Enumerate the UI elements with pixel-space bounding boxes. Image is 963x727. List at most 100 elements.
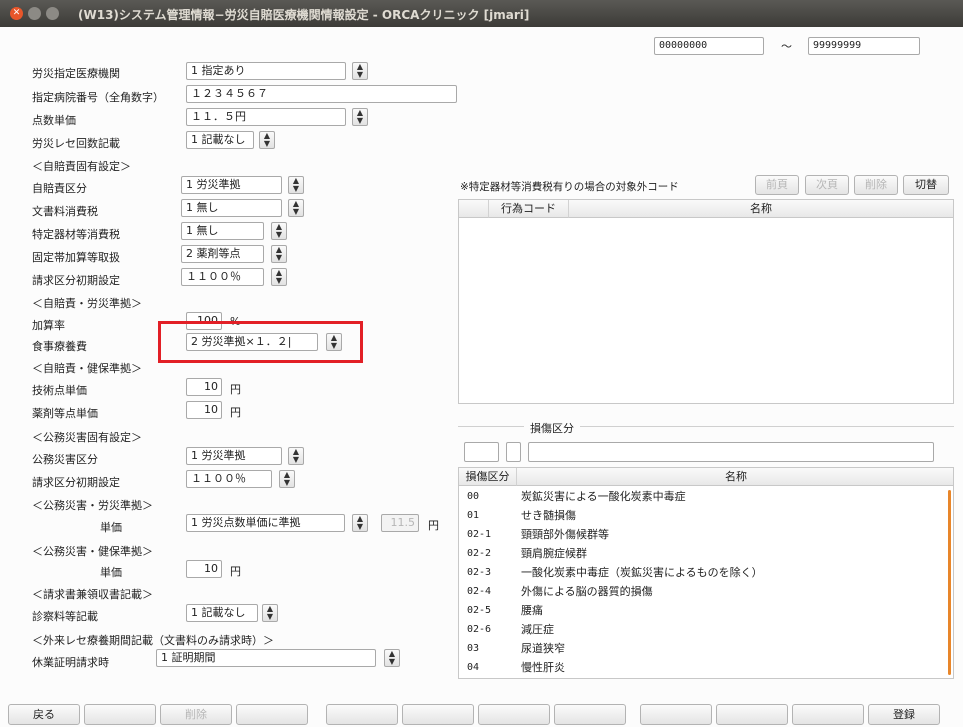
komu-tanka-value-input: 11.5 [381,514,419,532]
kyugyo-label: 休業証明請求時 [32,656,109,669]
prev-page-button[interactable]: 前頁 [755,175,799,195]
code-table-header-code[interactable]: 行為コード [489,200,569,218]
injury-row[interactable]: 05 自律神経の障害等 [459,677,953,678]
injury-sub-input[interactable] [506,442,521,462]
back-button[interactable]: 戻る [8,704,80,725]
komu-tanka-select[interactable]: 1 労災点数単価に準拠 [186,514,345,532]
shinsatsu-select[interactable]: 1 記載なし [186,604,258,622]
injury-row[interactable]: 02-6 減圧症 [459,620,953,639]
rece-kaisu-label: 労災レセ回数記載 [32,137,120,150]
injury-row-name: 一酸化炭素中毒症（炭鉱災害によるものを除く） [521,566,763,579]
tensu-tanka-select[interactable]: １１．５円 [186,108,346,126]
kotei-kasan-select[interactable]: 2 薬剤等点 [181,245,264,263]
komu-seikyu-label: 請求区分初期設定 [32,476,120,489]
range-to-input[interactable]: 99999999 [808,37,920,55]
code-table[interactable]: 行為コード 名称 [458,199,954,404]
komu-kenpo-tanka-unit: 円 [230,565,241,578]
f6-button[interactable] [402,704,474,725]
f7-button[interactable] [478,704,550,725]
rece-kaisu-select[interactable]: 1 記載なし [186,131,254,149]
injury-row[interactable]: 02-1 頸頸部外傷候群等 [459,525,953,544]
f2-button[interactable] [84,704,156,725]
code-table-header-name[interactable]: 名称 [569,200,953,218]
range-separator: 〜 [781,40,792,53]
komu-koyu-heading: ＜公務災害固有設定＞ [32,431,142,444]
komu-seikyu-select[interactable]: １１００％ [186,470,272,488]
injury-row-code: 02-4 [467,586,492,597]
yakuzai-input[interactable]: 10 [186,401,222,419]
komu-rosai-heading: ＜公務災害・労災準拠＞ [32,499,153,512]
jibai-kubun-select[interactable]: 1 労災準拠 [181,176,282,194]
injury-row[interactable]: 04 慢性肝炎 [459,658,953,677]
seikyu-shoki-spin-icon[interactable]: ▲ ▼ [271,268,287,286]
komu-kenpo-tanka-input[interactable]: 10 [186,560,222,578]
injury-row[interactable]: 02-3 一酸化炭素中毒症（炭鉱災害によるものを除く） [459,563,953,582]
injury-header-name[interactable]: 名称 [517,468,953,486]
injury-code-input[interactable] [464,442,499,462]
toggle-button[interactable]: 切替 [903,175,949,195]
injury-row-name: 慢性肝炎 [521,661,565,674]
rece-kaisu-spin-icon[interactable]: ▲ ▼ [259,131,275,149]
injury-row[interactable]: 02-2 頸肩腕症候群 [459,544,953,563]
bunsho-tax-spin-icon[interactable]: ▲ ▼ [288,199,304,217]
seikyu-shoki-label: 請求区分初期設定 [32,274,120,287]
register-button[interactable]: 登録 [868,704,940,725]
gijutsu-label: 技術点単価 [32,384,87,397]
delete-button[interactable]: 削除 [160,704,232,725]
injury-row-code: 00 [467,491,480,502]
injury-scrollbar[interactable] [948,490,951,675]
komu-kenpo-tanka-label: 単価 [100,566,122,579]
injury-row[interactable]: 02-4 外傷による脳の器質的損傷 [459,582,953,601]
f9-button[interactable] [640,704,712,725]
f4-button[interactable] [236,704,308,725]
injury-row-code: 02-3 [467,567,492,578]
next-page-button[interactable]: 次頁 [805,175,849,195]
shinsatsu-spin-icon[interactable]: ▲ ▼ [262,604,278,622]
tensu-tanka-spin-icon[interactable]: ▲ ▼ [352,108,368,126]
close-icon[interactable]: ✕ [10,7,23,20]
bunsho-tax-select[interactable]: 1 無し [181,199,282,217]
f8-button[interactable] [554,704,626,725]
minimize-icon[interactable] [28,7,41,20]
rosai-iryo-select[interactable]: 1 指定あり [186,62,346,80]
tokutei-tax-spin-icon[interactable]: ▲ ▼ [271,222,287,240]
komu-kubun-spin-icon[interactable]: ▲ ▼ [288,447,304,465]
komu-tanka-spin-icon[interactable]: ▲ ▼ [352,514,368,532]
shitei-no-input[interactable]: １２３４５６７ [186,85,457,103]
shitei-no-label: 指定病院番号（全角数字） [32,91,164,104]
komu-tanka-label: 単価 [100,521,122,534]
rosai-iryo-label: 労災指定医療機関 [32,67,120,80]
yakuzai-unit: 円 [230,406,241,419]
jibai-kubun-spin-icon[interactable]: ▲ ▼ [288,176,304,194]
delete-code-button[interactable]: 削除 [854,175,898,195]
injury-row[interactable]: 02-5 腰痛 [459,601,953,620]
komu-tanka-unit: 円 [428,519,439,532]
injury-row[interactable]: 00 炭鉱災害による一酸化炭素中毒症 [459,487,953,506]
tokutei-tax-select[interactable]: 1 無し [181,222,264,240]
komu-seikyu-spin-icon[interactable]: ▲ ▼ [279,470,295,488]
kasanritsu-label: 加算率 [32,319,65,332]
injury-row-name: 頸頸部外傷候群等 [521,528,609,541]
injury-row[interactable]: 03 尿道狭窄 [459,639,953,658]
seikyu-shoki-select[interactable]: １１００％ [181,268,264,286]
gijutsu-input[interactable]: 10 [186,378,222,396]
yakuzai-label: 薬剤等点単価 [32,407,98,420]
kyugyo-spin-icon[interactable]: ▲ ▼ [384,649,400,667]
injury-header-code[interactable]: 損傷区分 [459,468,517,486]
maximize-icon[interactable] [46,7,59,20]
range-from-input[interactable]: 00000000 [654,37,764,55]
rosai-iryo-spin-icon[interactable]: ▲ ▼ [352,62,368,80]
injury-row-code: 02-2 [467,548,492,559]
injury-name-input[interactable] [528,442,934,462]
f11-button[interactable] [792,704,864,725]
f5-button[interactable] [326,704,398,725]
f10-button[interactable] [716,704,788,725]
injury-row[interactable]: 01 せき髄損傷 [459,506,953,525]
gairai-heading: ＜外来レセ療養期間記載（文書料のみ請求時）＞ [32,634,274,647]
injury-row-code: 03 [467,643,480,654]
komu-kubun-select[interactable]: 1 労災準拠 [186,447,282,465]
komu-kubun-label: 公務災害区分 [32,453,98,466]
kyugyo-select[interactable]: 1 証明期間 [156,649,376,667]
kotei-kasan-spin-icon[interactable]: ▲ ▼ [271,245,287,263]
injury-list[interactable]: 損傷区分 名称 00 炭鉱災害による一酸化炭素中毒症 01 せき髄損傷 02-1 頸頸部外… [458,467,954,679]
